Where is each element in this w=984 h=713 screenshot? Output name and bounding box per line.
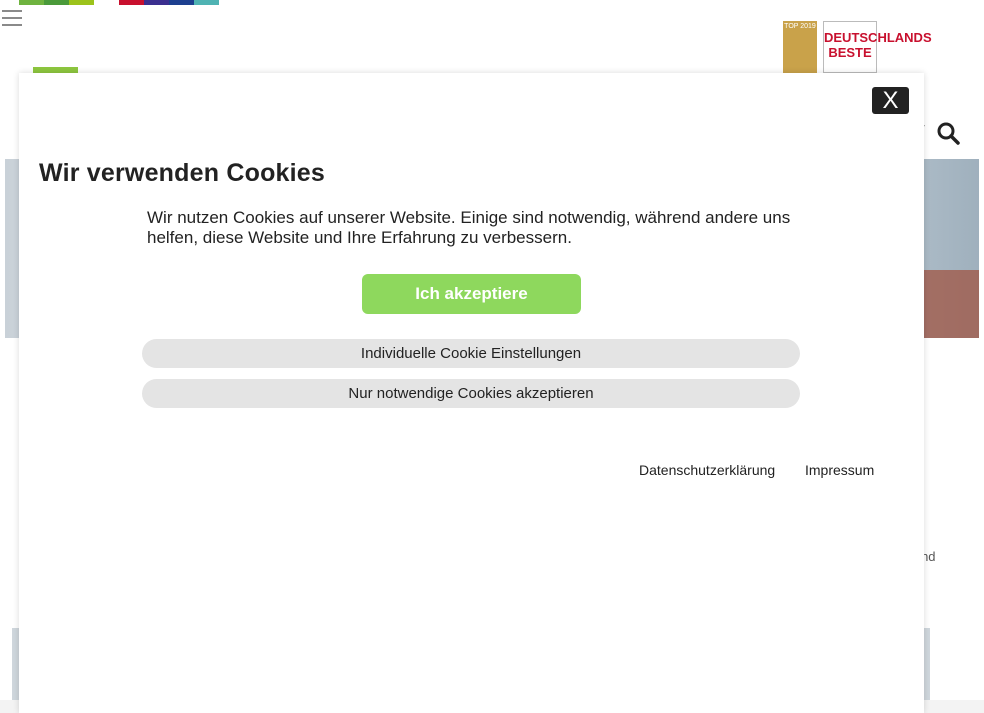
dialog-description: Wir nutzen Cookies auf unserer Website. … [147, 208, 791, 247]
accept-necessary-cookies-button[interactable]: Nur notwendige Cookies akzeptieren [142, 379, 800, 408]
close-button[interactable]: X [872, 87, 909, 114]
imprint-link[interactable]: Impressum [805, 462, 874, 478]
cookie-consent-dialog: X Wir verwenden Cookies Wir nutzen Cooki… [19, 73, 924, 713]
accept-cookies-button[interactable]: Ich akzeptiere [362, 274, 581, 314]
privacy-policy-link[interactable]: Datenschutzerklärung [639, 462, 775, 478]
individual-cookie-settings-button[interactable]: Individuelle Cookie Einstellungen [142, 339, 800, 368]
dialog-title: Wir verwenden Cookies [39, 159, 325, 187]
